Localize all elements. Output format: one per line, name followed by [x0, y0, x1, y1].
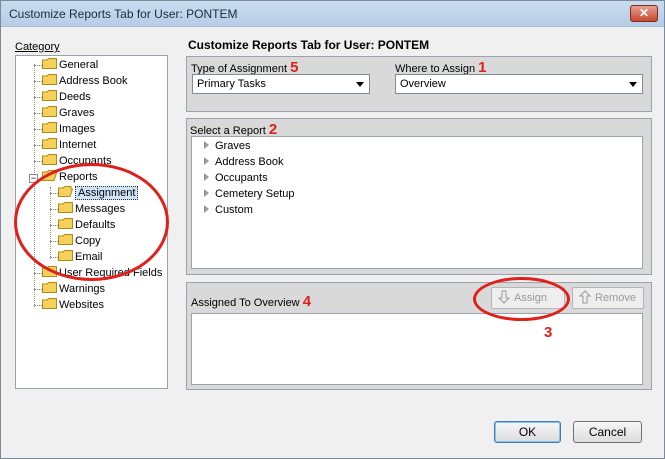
assigned-panel: Assigned To Overview 4 Assign Remove	[186, 282, 652, 390]
assignment-selectors-panel: Type of Assignment 5 Primary Tasks Where…	[186, 56, 652, 112]
folder-icon	[42, 154, 57, 165]
tree-item-deeds[interactable]: Deeds	[42, 90, 91, 105]
annotation-number: 3	[544, 324, 553, 341]
assigned-list[interactable]	[191, 313, 643, 385]
page-title: Customize Reports Tab for User: PONTEM	[188, 38, 430, 52]
folder-icon	[42, 122, 57, 133]
window-title: Customize Reports Tab for User: PONTEM	[9, 7, 238, 21]
tree-item-general[interactable]: General	[42, 58, 98, 73]
ok-button[interactable]: OK	[494, 421, 561, 443]
folder-icon	[42, 298, 57, 309]
remove-button[interactable]: Remove	[572, 287, 644, 309]
assigned-label: Assigned To Overview 4	[191, 293, 312, 310]
tree-item-internet[interactable]: Internet	[42, 138, 96, 153]
folder-icon	[42, 74, 57, 85]
cancel-button[interactable]: Cancel	[573, 421, 642, 443]
where-to-assign-select[interactable]: Overview	[395, 74, 643, 94]
tree-item-websites[interactable]: Websites	[42, 298, 104, 313]
tree-item-images[interactable]: Images	[42, 122, 95, 137]
close-button[interactable]: ✕	[630, 5, 658, 22]
triangle-right-icon	[204, 141, 209, 149]
select-report-panel: Select a Report 2 Graves Address Book Oc…	[186, 118, 652, 275]
annotation-circle	[14, 163, 169, 281]
tree-item-graves[interactable]: Graves	[42, 106, 94, 121]
tree-item-warnings[interactable]: Warnings	[42, 282, 105, 297]
folder-icon	[42, 282, 57, 293]
triangle-right-icon	[204, 173, 209, 181]
folder-icon	[42, 138, 57, 149]
triangle-right-icon	[204, 189, 209, 197]
annotation-circle	[473, 277, 570, 321]
dialog-window: Customize Reports Tab for User: PONTEM ✕…	[0, 0, 665, 459]
report-list[interactable]: Graves Address Book Occupants Cemetery S…	[191, 136, 643, 269]
folder-icon	[42, 106, 57, 117]
folder-icon	[42, 58, 57, 69]
tree-item-address-book[interactable]: Address Book	[42, 74, 127, 89]
chevron-down-icon	[356, 82, 364, 87]
report-item-address-book[interactable]: Address Book	[204, 155, 283, 170]
report-item-occupants[interactable]: Occupants	[204, 171, 268, 186]
title-bar: Customize Reports Tab for User: PONTEM ✕	[1, 1, 664, 27]
triangle-right-icon	[204, 205, 209, 213]
arrow-up-icon	[579, 290, 591, 304]
chevron-down-icon	[629, 82, 637, 87]
close-icon: ✕	[638, 6, 650, 20]
type-of-assignment-select[interactable]: Primary Tasks	[192, 74, 370, 94]
triangle-right-icon	[204, 157, 209, 165]
report-item-graves[interactable]: Graves	[204, 139, 250, 154]
report-item-custom[interactable]: Custom	[204, 203, 253, 218]
annotation-number: 4	[302, 293, 312, 310]
report-item-cemetery-setup[interactable]: Cemetery Setup	[204, 187, 294, 202]
folder-icon	[42, 90, 57, 101]
category-label: Category	[15, 41, 60, 53]
